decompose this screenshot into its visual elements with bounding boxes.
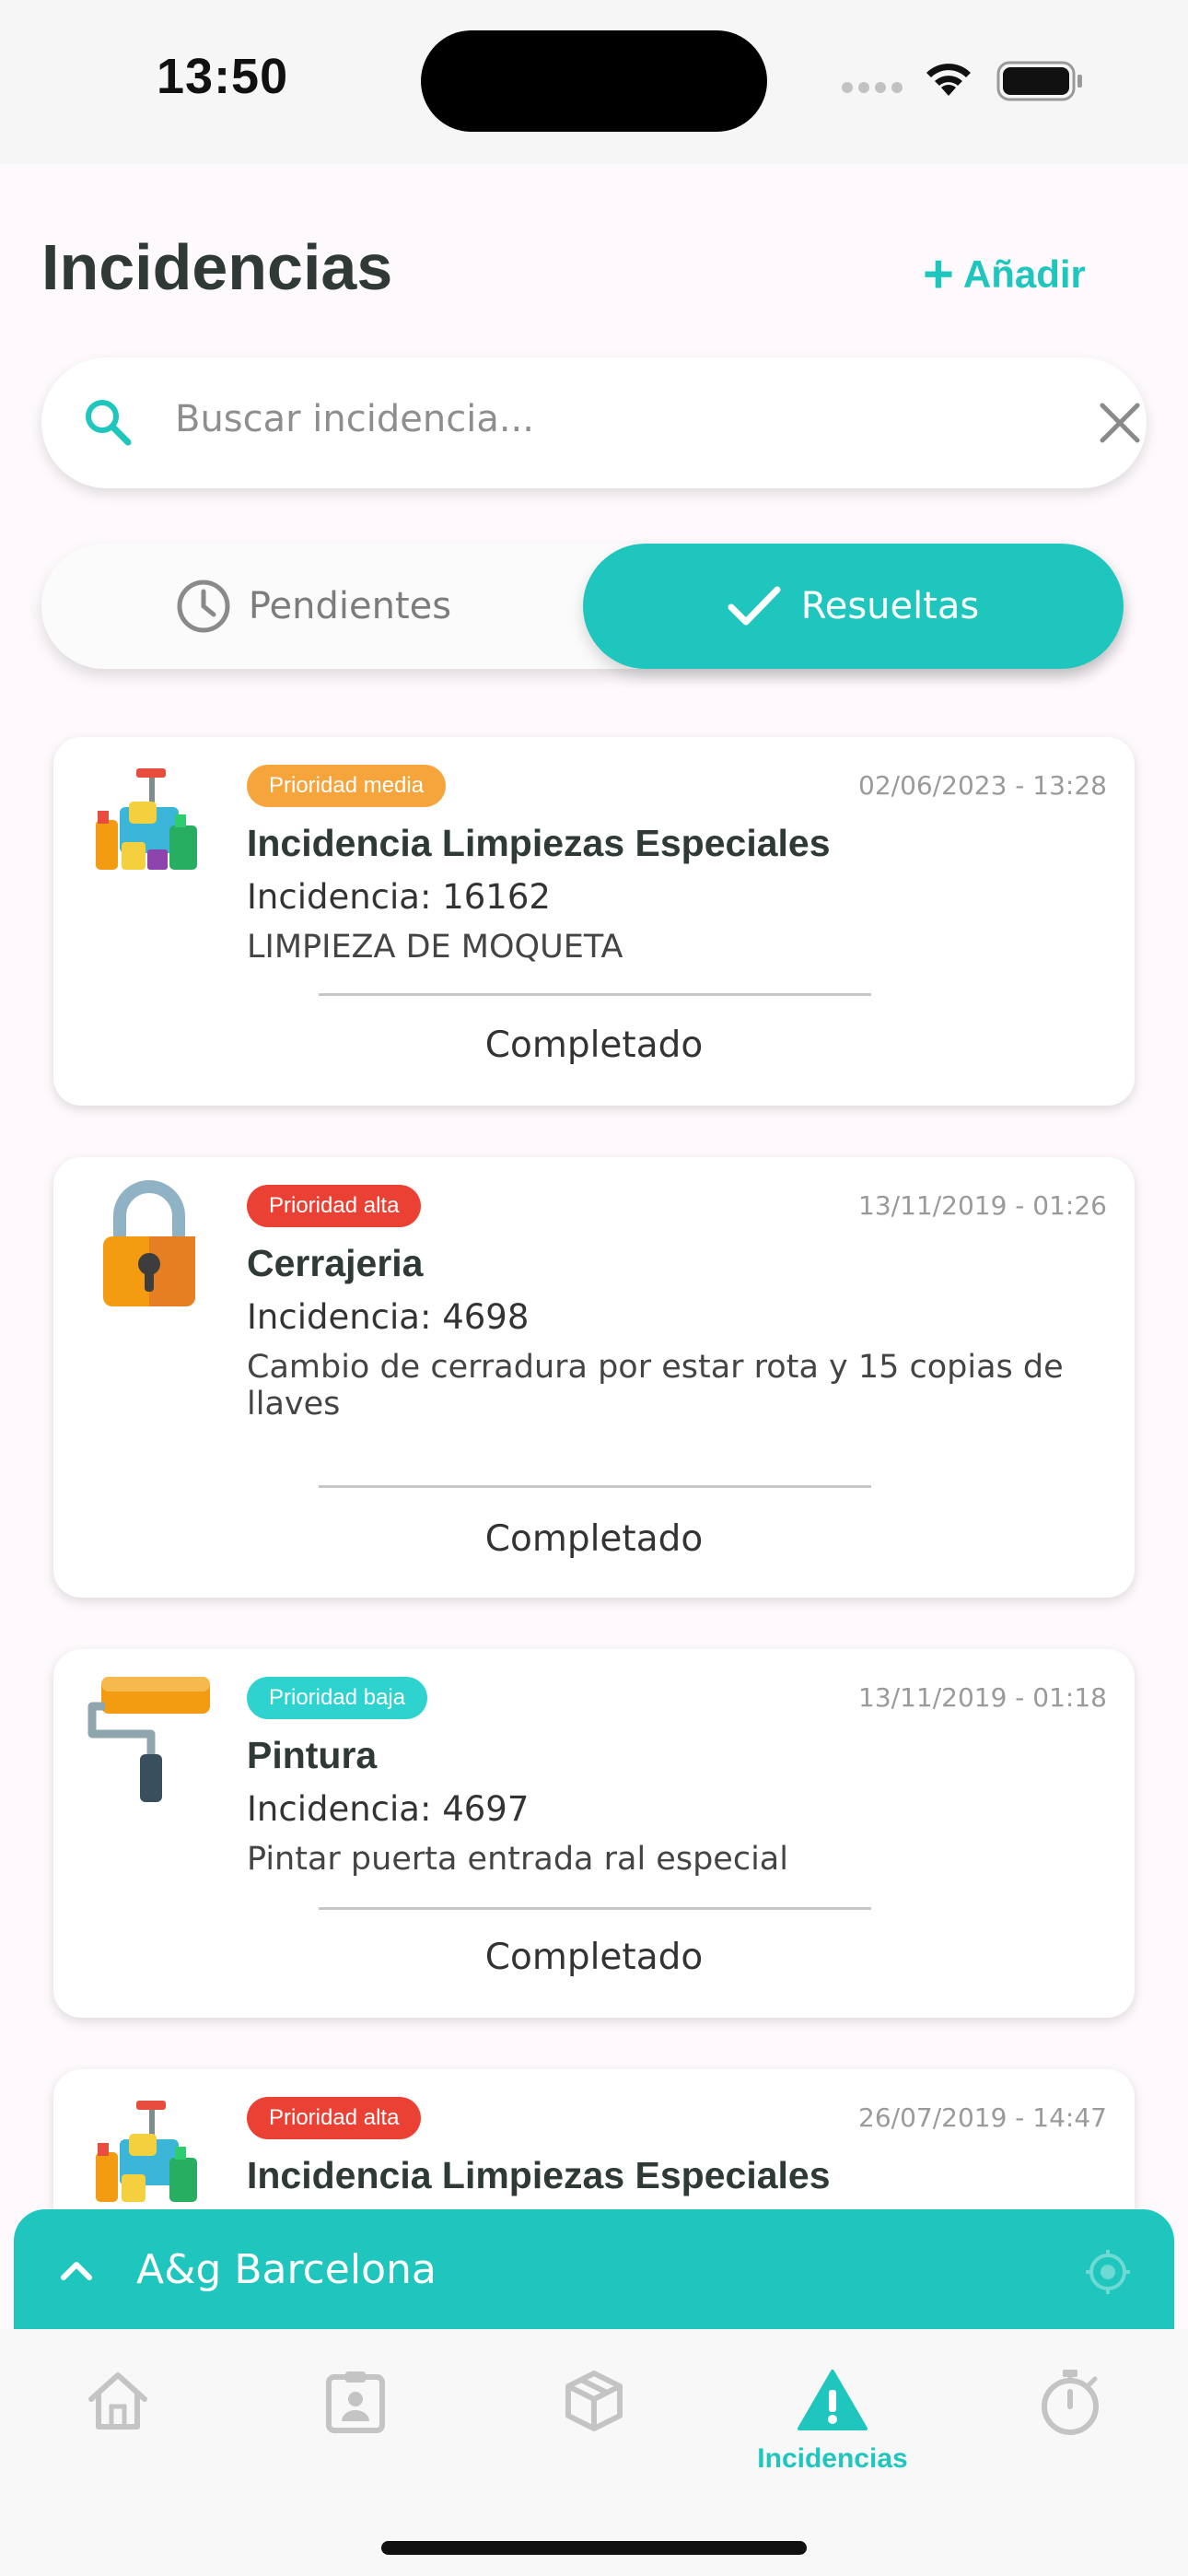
clear-icon[interactable] <box>1099 402 1141 444</box>
incident-title: Incidencia Limpiezas Especiales <box>247 2154 831 2196</box>
warning-icon <box>798 2370 868 2430</box>
status-time: 13:50 <box>157 49 289 104</box>
home-icon <box>88 2372 147 2430</box>
incident-description: Pintar puerta entrada ral especial <box>247 1841 788 1878</box>
stopwatch-icon <box>1042 2370 1099 2435</box>
incident-number: Incidencia: 4697 <box>247 1789 530 1829</box>
crosshair-icon[interactable] <box>1084 2248 1132 2296</box>
incident-date: 13/11/2019 - 01:26 <box>858 1190 1107 1221</box>
badge-icon <box>326 2371 385 2433</box>
status-segmented-control: Pendientes Resueltas <box>41 544 1124 669</box>
incident-card[interactable]: Prioridad baja 13/11/2019 - 01:18 Pintur… <box>53 1649 1135 2018</box>
status-bar: 13:50 <box>0 0 1188 164</box>
card-divider <box>319 993 871 996</box>
tab-contacts[interactable] <box>263 2368 448 2438</box>
tab-incidencias-label: Incidencias <box>757 2443 908 2474</box>
location-name: A&g Barcelona <box>136 2246 437 2293</box>
incident-description: Cambio de cerradura por estar rota y 15 … <box>247 1349 1064 1423</box>
incident-date: 02/06/2023 - 13:28 <box>858 770 1107 801</box>
dynamic-island <box>421 30 767 132</box>
home-indicator <box>381 2541 807 2555</box>
box-icon <box>565 2371 623 2431</box>
search-icon <box>86 400 132 446</box>
tab-incidencias[interactable]: Incidencias <box>740 2368 925 2475</box>
tab-pendientes-label: Pendientes <box>248 585 452 627</box>
search-placeholder: Buscar incidencia... <box>175 398 534 440</box>
incident-title: Incidencia Limpiezas Especiales <box>247 822 831 864</box>
chevron-up-icon <box>61 2262 92 2280</box>
plus-icon: + <box>923 244 954 304</box>
incident-status: Completado <box>484 1937 704 1978</box>
tab-bar: Incidencias <box>0 2329 1188 2576</box>
incident-status: Completado <box>484 1518 704 1560</box>
incident-status: Completado <box>484 1025 704 1066</box>
card-divider <box>319 1485 871 1488</box>
cleaning-supplies-icon <box>96 768 197 870</box>
incident-number: Incidencia: 4698 <box>247 1297 530 1337</box>
padlock-icon <box>103 1180 195 1306</box>
incident-date: 26/07/2019 - 14:47 <box>858 2102 1107 2133</box>
incident-card[interactable]: Prioridad alta 13/11/2019 - 01:26 Cerraj… <box>53 1157 1135 1598</box>
add-incident-button[interactable]: + Añadir <box>923 247 1086 302</box>
clock-icon <box>177 580 230 633</box>
priority-badge: Prioridad alta <box>247 1185 422 1227</box>
tab-timer[interactable] <box>978 2368 1162 2441</box>
add-button-label: Añadir <box>962 252 1086 296</box>
tab-pendientes[interactable]: Pendientes <box>41 544 585 669</box>
card-divider <box>319 1907 871 1910</box>
cellular-signal-icon <box>842 79 908 97</box>
incident-card[interactable]: Prioridad media 02/06/2023 - 13:28 Incid… <box>53 737 1135 1106</box>
incident-title: Cerrajeria <box>247 1242 424 1284</box>
wifi-icon <box>926 64 971 96</box>
incident-title: Pintura <box>247 1734 378 1776</box>
priority-badge: Prioridad alta <box>247 2097 422 2139</box>
incident-description: LIMPIEZA DE MOQUETA <box>247 929 623 966</box>
tab-inventory[interactable] <box>502 2368 686 2438</box>
cleaning-supplies-icon <box>96 2101 197 2202</box>
battery-icon <box>996 61 1082 101</box>
tab-resueltas-label: Resueltas <box>800 585 980 627</box>
priority-badge: Prioridad baja <box>247 1677 428 1719</box>
checkmark-icon <box>728 586 781 626</box>
screen: 13:50 Incidencias + Añadir Buscar incide… <box>0 0 1188 2576</box>
tab-resueltas[interactable]: Resueltas <box>583 544 1124 669</box>
incident-date: 13/11/2019 - 01:18 <box>858 1682 1107 1713</box>
priority-badge: Prioridad media <box>247 765 447 807</box>
paint-roller-icon <box>87 1677 210 1802</box>
incident-number: Incidencia: 16162 <box>247 877 551 917</box>
page-title: Incidencias <box>41 231 393 303</box>
location-selector[interactable]: A&g Barcelona <box>14 2209 1174 2335</box>
tab-home[interactable] <box>26 2368 210 2436</box>
search-input[interactable]: Buscar incidencia... <box>41 357 1147 488</box>
